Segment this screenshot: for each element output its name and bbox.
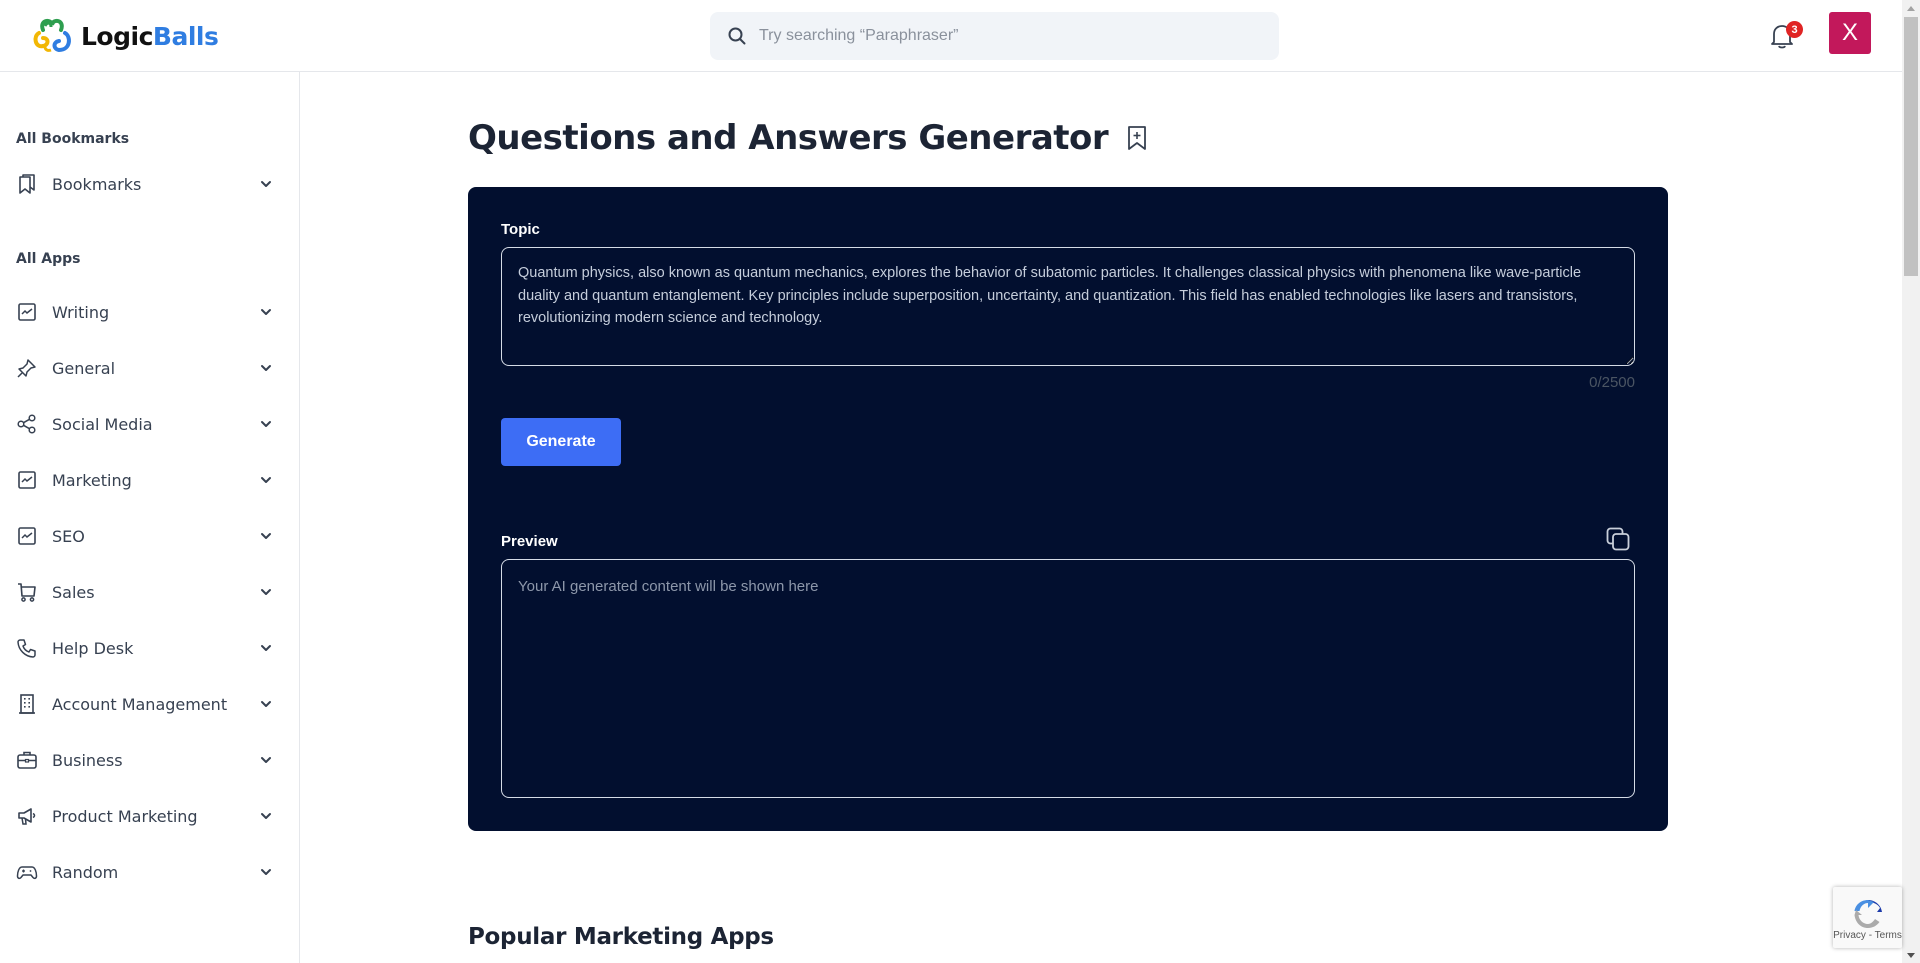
logo-text: LogicBalls — [81, 21, 219, 51]
scroll-thumb[interactable] — [1904, 17, 1918, 276]
phone-icon — [16, 637, 38, 659]
generator-card: Topic Quantum physics, also known as qua… — [468, 187, 1668, 831]
character-counter: 0/2500 — [1589, 374, 1635, 391]
search-input[interactable] — [759, 27, 1259, 45]
sidebar-item-seo[interactable]: SEO — [0, 516, 299, 556]
share-icon — [16, 413, 38, 435]
sidebar-item-label: Marketing — [52, 470, 132, 490]
section-title-apps: All Apps — [16, 251, 81, 267]
sidebar-item-label: Sales — [52, 582, 95, 602]
sidebar-item-bookmarks[interactable]: Bookmarks — [0, 164, 299, 204]
sidebar: All Bookmarks Bookmarks All Apps Writing… — [0, 72, 300, 963]
building-icon — [16, 693, 38, 715]
preview-output[interactable]: Your AI generated content will be shown … — [501, 559, 1635, 798]
add-bookmark-icon[interactable] — [1126, 124, 1148, 152]
topic-label: Topic — [501, 221, 540, 238]
scroll-up-arrow-icon — [1907, 5, 1915, 11]
sidebar-item-label: Social Media — [52, 414, 153, 434]
search-bar[interactable] — [710, 12, 1279, 60]
logo[interactable]: LogicBalls — [31, 16, 219, 56]
chevron-down-icon — [261, 533, 271, 539]
sidebar-item-writing[interactable]: Writing — [0, 292, 299, 332]
sidebar-item-product-marketing[interactable]: Product Marketing — [0, 796, 299, 836]
megaphone-icon — [16, 805, 38, 827]
chevron-down-icon — [261, 589, 271, 595]
chevron-down-icon — [261, 365, 271, 371]
chevron-down-icon — [261, 309, 271, 315]
topic-textarea[interactable]: Quantum physics, also known as quantum m… — [501, 247, 1635, 366]
user-avatar[interactable]: X — [1829, 12, 1871, 54]
chart-icon — [16, 469, 38, 491]
sidebar-item-general[interactable]: General — [0, 348, 299, 388]
sidebar-item-label: Product Marketing — [52, 806, 198, 826]
chart-icon — [16, 525, 38, 547]
search-icon — [728, 27, 746, 45]
section-title-bookmarks: All Bookmarks — [16, 131, 130, 147]
sidebar-item-label: Bookmarks — [52, 174, 142, 194]
page-scrollbar[interactable] — [1902, 0, 1920, 963]
logo-text-logic: Logic — [81, 21, 153, 51]
preview-label: Preview — [501, 533, 558, 550]
cart-icon — [16, 581, 38, 603]
popular-apps-heading: Popular Marketing Apps — [468, 924, 774, 950]
sidebar-item-business[interactable]: Business — [0, 740, 299, 780]
recaptcha-links[interactable]: Privacy - Terms — [1833, 931, 1902, 941]
logo-text-balls: Balls — [152, 21, 219, 51]
sidebar-item-random[interactable]: Random — [0, 852, 299, 892]
sidebar-item-label: Random — [52, 862, 119, 882]
notification-badge: 3 — [1786, 21, 1803, 38]
chevron-down-icon — [261, 645, 271, 651]
chevron-down-icon — [261, 813, 271, 819]
bookmarks-icon — [16, 173, 38, 195]
sidebar-item-label: Writing — [52, 302, 110, 322]
sidebar-item-social-media[interactable]: Social Media — [0, 404, 299, 444]
chevron-down-icon — [261, 869, 271, 875]
copy-icon[interactable] — [1605, 526, 1631, 552]
sidebar-item-sales[interactable]: Sales — [0, 572, 299, 612]
chevron-down-icon — [261, 701, 271, 707]
logo-icon — [33, 18, 71, 53]
sidebar-item-label: Help Desk — [52, 638, 134, 658]
preview-placeholder: Your AI generated content will be shown … — [518, 578, 819, 595]
chevron-down-icon — [261, 421, 271, 427]
sidebar-item-label: SEO — [52, 526, 85, 546]
chevron-down-icon — [261, 757, 271, 763]
recaptcha-badge[interactable]: Privacy - Terms — [1833, 887, 1902, 948]
sidebar-item-label: General — [52, 358, 116, 378]
chevron-down-icon — [261, 477, 271, 483]
sidebar-item-help-desk[interactable]: Help Desk — [0, 628, 299, 668]
page-title: Questions and Answers Generator — [468, 118, 1109, 158]
pin-icon — [16, 357, 38, 379]
title-row: Questions and Answers Generator — [468, 118, 1148, 158]
top-header: LogicBalls 3 X — [0, 0, 1902, 72]
briefcase-icon — [16, 749, 38, 771]
sidebar-item-label: Account Management — [52, 694, 228, 714]
generate-button[interactable]: Generate — [501, 418, 621, 466]
scroll-up-button[interactable] — [1902, 0, 1920, 16]
scroll-down-arrow-icon — [1907, 952, 1915, 958]
chevron-down-icon — [261, 181, 271, 187]
recaptcha-icon — [1854, 900, 1882, 928]
scroll-down-button[interactable] — [1902, 947, 1920, 963]
sidebar-item-account-management[interactable]: Account Management — [0, 684, 299, 724]
chart-icon — [16, 301, 38, 323]
gamepad-icon — [16, 861, 38, 883]
sidebar-item-label: Business — [52, 750, 123, 770]
sidebar-item-marketing[interactable]: Marketing — [0, 460, 299, 500]
